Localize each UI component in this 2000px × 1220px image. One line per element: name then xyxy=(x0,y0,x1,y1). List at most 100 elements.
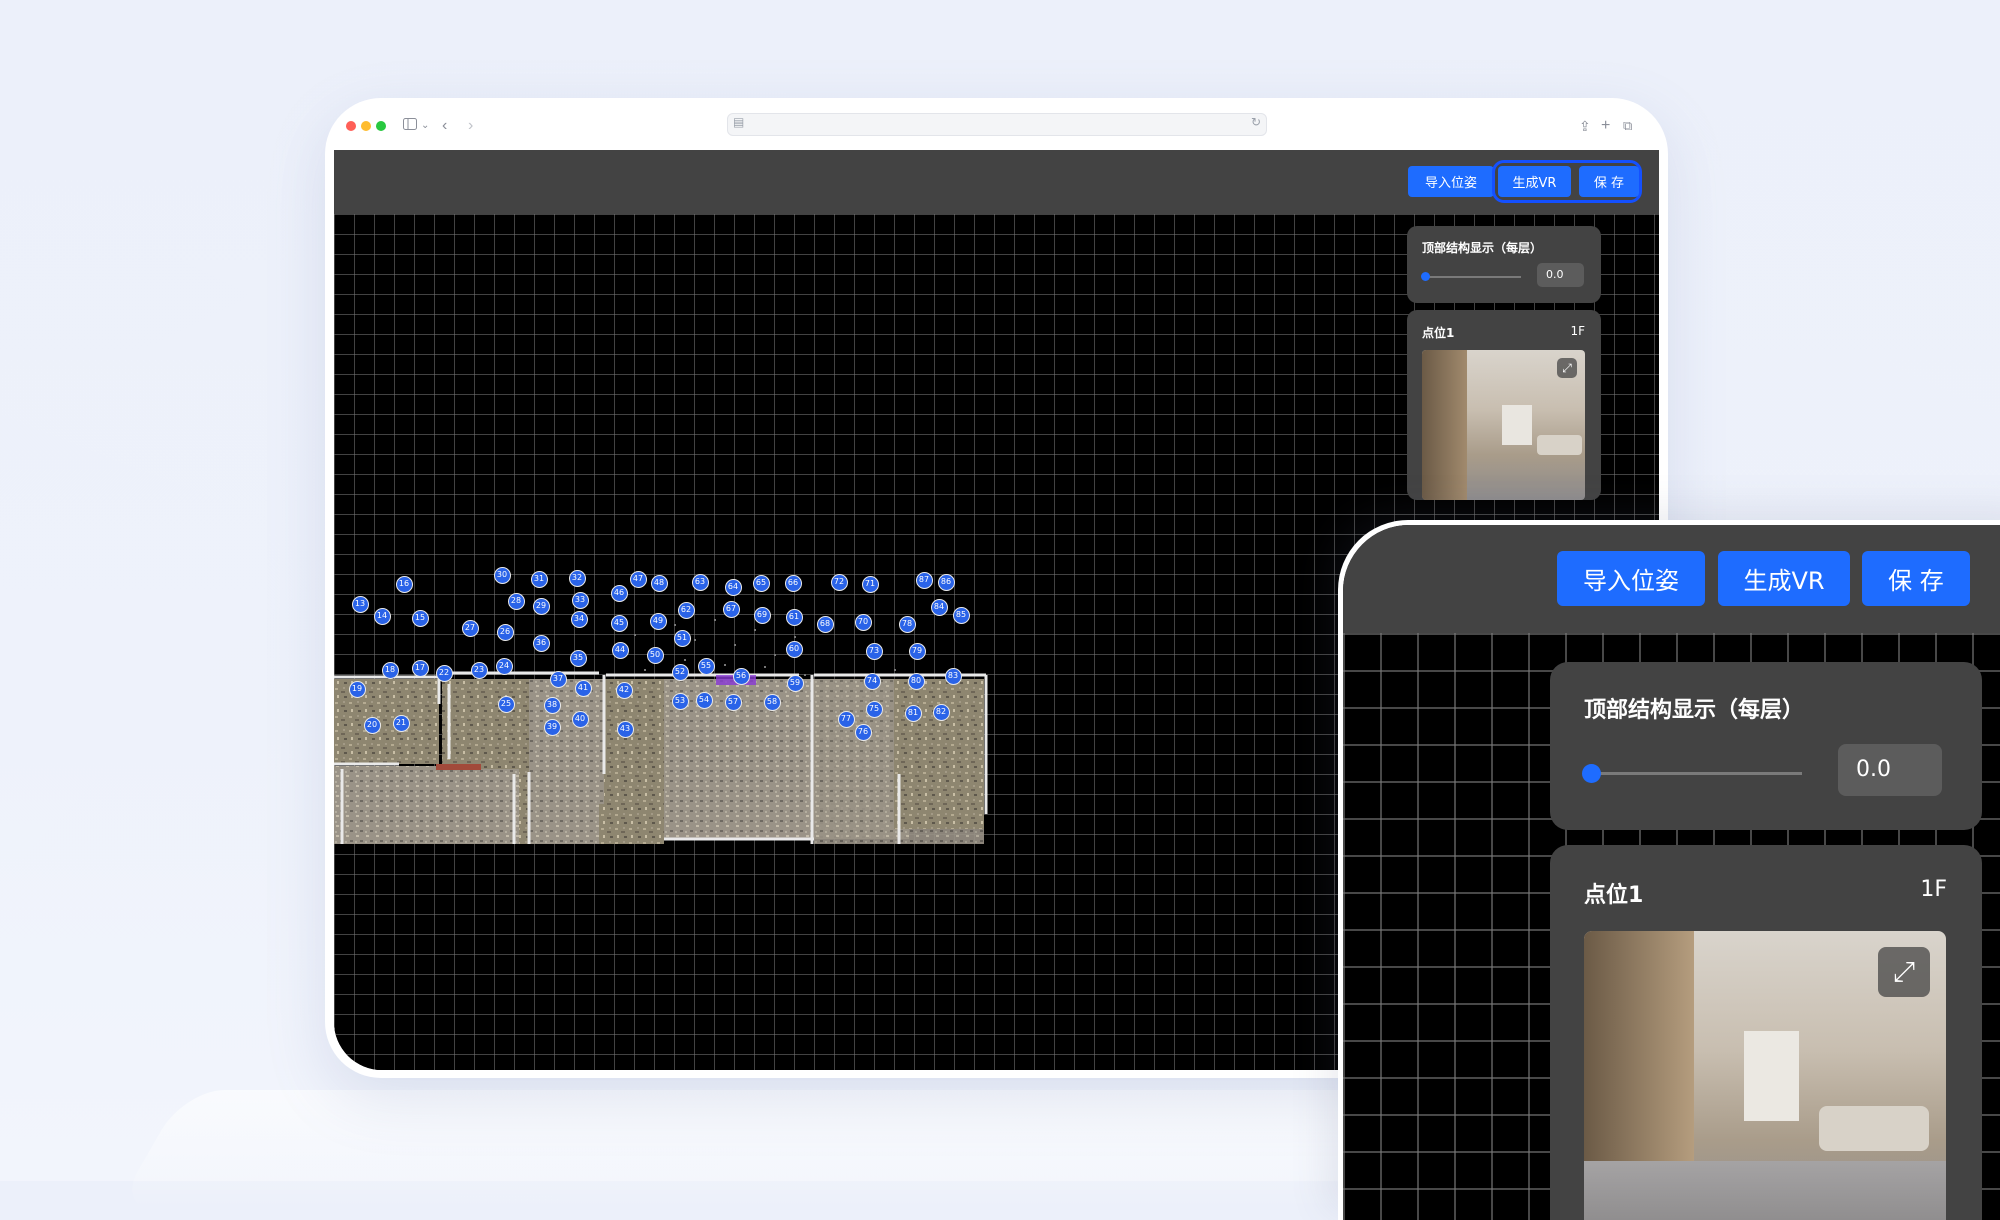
share-icon[interactable]: ⇪ xyxy=(1579,112,1591,140)
marker-61[interactable]: 61 xyxy=(785,608,803,626)
marker-62[interactable]: 62 xyxy=(677,601,695,619)
marker-58[interactable]: 58 xyxy=(763,693,781,711)
marker-14[interactable]: 14 xyxy=(373,607,391,625)
marker-33[interactable]: 33 xyxy=(571,591,589,609)
generate-vr-button[interactable]: 生成VR xyxy=(1498,166,1571,197)
marker-63[interactable]: 63 xyxy=(691,573,709,591)
back-icon[interactable]: ‹ xyxy=(442,112,447,140)
marker-13[interactable]: 13 xyxy=(351,595,369,613)
marker-57[interactable]: 57 xyxy=(724,693,742,711)
marker-51[interactable]: 51 xyxy=(673,629,691,647)
structure-slider-track-zoom[interactable] xyxy=(1592,772,1802,775)
marker-43[interactable]: 43 xyxy=(616,720,634,738)
marker-46[interactable]: 46 xyxy=(610,584,628,602)
marker-87[interactable]: 87 xyxy=(915,571,933,589)
panorama-thumbnail[interactable]: ⤢ xyxy=(1422,350,1585,500)
generate-vr-button-zoom[interactable]: 生成VR xyxy=(1718,551,1850,606)
import-pose-button-zoom[interactable]: 导入位姿 xyxy=(1557,551,1705,606)
marker-45[interactable]: 45 xyxy=(610,614,628,632)
marker-31[interactable]: 31 xyxy=(530,570,548,588)
marker-86[interactable]: 86 xyxy=(937,573,955,591)
marker-82[interactable]: 82 xyxy=(932,703,950,721)
structure-value-input-zoom[interactable]: 0.0 xyxy=(1838,744,1942,796)
marker-16[interactable]: 16 xyxy=(395,575,413,593)
marker-40[interactable]: 40 xyxy=(571,710,589,728)
expand-icon[interactable]: ⤢ xyxy=(1557,358,1577,378)
marker-65[interactable]: 65 xyxy=(752,574,770,592)
structure-value-input[interactable]: 0.0 xyxy=(1537,263,1584,287)
structure-slider-track[interactable] xyxy=(1425,276,1521,278)
marker-24[interactable]: 24 xyxy=(495,657,513,675)
close-window-button[interactable] xyxy=(346,121,356,131)
marker-67[interactable]: 67 xyxy=(722,600,740,618)
marker-48[interactable]: 48 xyxy=(650,574,668,592)
expand-icon-zoom[interactable]: ⤢ xyxy=(1878,947,1930,997)
marker-44[interactable]: 44 xyxy=(611,641,629,659)
marker-28[interactable]: 28 xyxy=(507,592,525,610)
marker-71[interactable]: 71 xyxy=(861,575,879,593)
marker-73[interactable]: 73 xyxy=(865,642,883,660)
marker-66[interactable]: 66 xyxy=(784,574,802,592)
marker-25[interactable]: 25 xyxy=(497,695,515,713)
marker-19[interactable]: 19 xyxy=(348,680,366,698)
marker-18[interactable]: 18 xyxy=(381,661,399,679)
reload-icon[interactable]: ↻ xyxy=(1251,115,1261,129)
marker-83[interactable]: 83 xyxy=(944,667,962,685)
marker-85[interactable]: 85 xyxy=(952,606,970,624)
marker-54[interactable]: 54 xyxy=(695,691,713,709)
import-pose-button[interactable]: 导入位姿 xyxy=(1408,166,1494,197)
chevron-down-icon[interactable]: ⌄ xyxy=(421,112,429,140)
minimize-window-button[interactable] xyxy=(361,121,371,131)
marker-80[interactable]: 80 xyxy=(907,672,925,690)
sidebar-icon[interactable] xyxy=(403,112,417,140)
forward-icon[interactable]: › xyxy=(468,112,473,140)
marker-79[interactable]: 79 xyxy=(908,642,926,660)
marker-52[interactable]: 52 xyxy=(671,663,689,681)
structure-slider-thumb[interactable] xyxy=(1421,272,1430,281)
marker-36[interactable]: 36 xyxy=(532,634,550,652)
marker-27[interactable]: 27 xyxy=(461,619,479,637)
marker-70[interactable]: 70 xyxy=(854,613,872,631)
marker-68[interactable]: 68 xyxy=(816,615,834,633)
marker-77[interactable]: 77 xyxy=(837,710,855,728)
panorama-thumbnail-zoom[interactable]: ⤢ xyxy=(1584,931,1946,1220)
marker-22[interactable]: 22 xyxy=(435,664,453,682)
address-bar[interactable]: ▤ ↻ xyxy=(727,113,1267,136)
marker-38[interactable]: 38 xyxy=(543,696,561,714)
marker-60[interactable]: 60 xyxy=(785,640,803,658)
marker-75[interactable]: 75 xyxy=(865,700,883,718)
marker-78[interactable]: 78 xyxy=(898,615,916,633)
marker-76[interactable]: 76 xyxy=(854,723,872,741)
tabs-icon[interactable]: ⧉ xyxy=(1623,112,1632,140)
marker-53[interactable]: 53 xyxy=(671,692,689,710)
marker-42[interactable]: 42 xyxy=(615,681,633,699)
marker-34[interactable]: 34 xyxy=(570,610,588,628)
marker-15[interactable]: 15 xyxy=(411,609,429,627)
structure-slider-thumb-zoom[interactable] xyxy=(1582,764,1601,783)
marker-41[interactable]: 41 xyxy=(574,679,592,697)
marker-39[interactable]: 39 xyxy=(543,718,561,736)
marker-56[interactable]: 56 xyxy=(732,667,750,685)
marker-50[interactable]: 50 xyxy=(646,646,664,664)
marker-30[interactable]: 30 xyxy=(493,566,511,584)
marker-47[interactable]: 47 xyxy=(629,570,647,588)
new-tab-icon[interactable]: + xyxy=(1601,112,1610,140)
save-button[interactable]: 保 存 xyxy=(1579,166,1639,197)
marker-17[interactable]: 17 xyxy=(411,659,429,677)
marker-74[interactable]: 74 xyxy=(863,672,881,690)
marker-55[interactable]: 55 xyxy=(697,657,715,675)
marker-37[interactable]: 37 xyxy=(549,670,567,688)
marker-49[interactable]: 49 xyxy=(649,612,667,630)
marker-32[interactable]: 32 xyxy=(568,569,586,587)
save-button-zoom[interactable]: 保 存 xyxy=(1862,551,1970,606)
marker-69[interactable]: 69 xyxy=(753,606,771,624)
zoom-window-button[interactable] xyxy=(376,121,386,131)
marker-84[interactable]: 84 xyxy=(930,598,948,616)
marker-64[interactable]: 64 xyxy=(724,578,742,596)
marker-81[interactable]: 81 xyxy=(904,704,922,722)
marker-23[interactable]: 23 xyxy=(470,661,488,679)
marker-59[interactable]: 59 xyxy=(786,674,804,692)
marker-26[interactable]: 26 xyxy=(496,623,514,641)
marker-20[interactable]: 20 xyxy=(363,716,381,734)
marker-35[interactable]: 35 xyxy=(569,649,587,667)
